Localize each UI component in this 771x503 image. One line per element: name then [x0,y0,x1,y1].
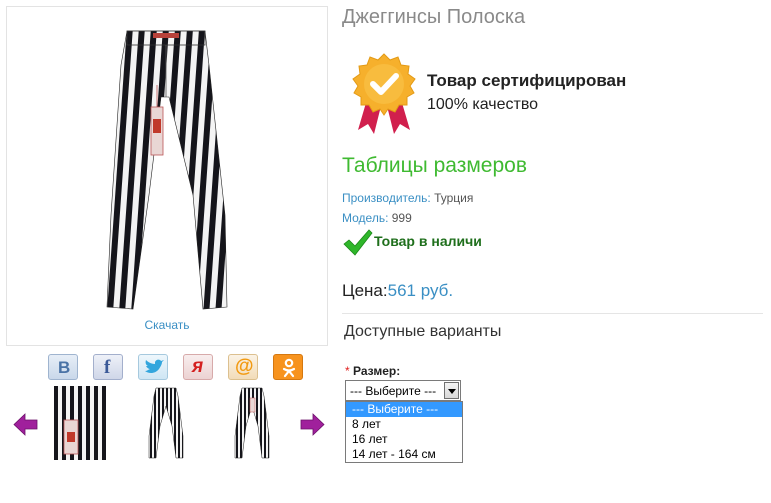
required-mark: * [345,364,350,378]
size-table-link[interactable]: Таблицы размеров [342,154,527,178]
mailru-icon: @ [235,356,254,377]
yaru-share-button[interactable]: я [183,354,213,380]
size-option[interactable]: 14 лет - 164 см [346,447,462,462]
divider [342,313,763,314]
size-option[interactable]: --- Выберите --- [346,402,462,417]
thumbnail-1[interactable] [54,386,106,460]
variants-heading: Доступные варианты [344,323,502,340]
manufacturer-row: Производитель: Турция [342,191,473,205]
thumbnail-3[interactable] [232,386,272,460]
certificate-title: Товар сертифицирован [427,71,627,90]
vk-icon: В [58,358,71,377]
mailru-share-button[interactable]: @ [228,354,258,380]
vk-share-button[interactable]: В [48,354,78,380]
odnoklassniki-share-button[interactable] [273,354,303,380]
manufacturer-value: Турция [434,191,474,205]
size-select-value: --- Выберите --- [350,384,437,398]
size-dropdown-list: --- Выберите --- 8 лет 16 лет 14 лет - 1… [345,401,463,463]
download-link[interactable]: Скачать [7,318,327,332]
twitter-share-button[interactable] [138,354,168,380]
carousel-prev-arrow-icon[interactable] [13,412,38,437]
product-title: Джеггинсы Полоска [342,6,526,28]
certified-badge-icon [352,53,416,134]
price-row: Цена:561 руб. [342,281,453,301]
facebook-icon: f [104,357,111,378]
in-stock-check-icon [343,229,373,256]
model-label: Модель: [342,211,389,225]
chevron-down-icon[interactable] [444,382,459,399]
certificate-subtitle: 100% качество [427,96,539,113]
carousel-next-arrow-icon[interactable] [300,412,325,437]
twitter-bird-icon [145,359,164,374]
yaru-icon: я [192,356,204,377]
facebook-share-button[interactable]: f [93,354,123,380]
size-select[interactable]: --- Выберите --- [345,380,461,401]
model-value: 999 [391,211,412,225]
model-row: Модель: 999 [342,211,412,225]
thumbnail-2[interactable] [146,386,186,460]
manufacturer-label: Производитель: [342,191,431,205]
size-label: * Размер: [345,364,400,378]
product-image[interactable] [91,25,241,313]
size-option[interactable]: 8 лет [346,417,462,432]
stock-status: Товар в наличи [374,233,482,249]
price-value: 561 руб. [387,281,454,300]
ok-icon [282,358,296,378]
main-image-box: Скачать [6,6,328,346]
size-option[interactable]: 16 лет [346,432,462,447]
size-label-text: Размер: [353,364,401,378]
price-label: Цена: [342,281,388,300]
